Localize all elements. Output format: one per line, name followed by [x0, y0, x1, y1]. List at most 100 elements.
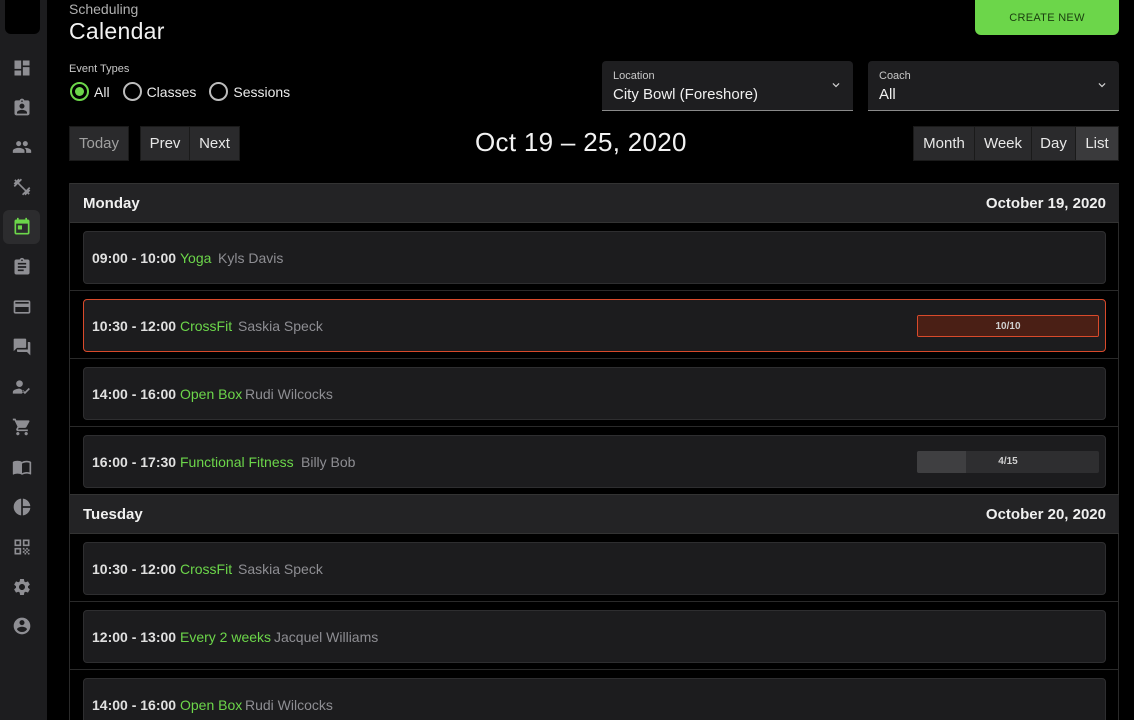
radio-circle[interactable] — [209, 82, 229, 101]
coach-select-label: Coach — [879, 70, 911, 82]
location-select-label: Location — [613, 70, 655, 82]
view-month-button[interactable]: Month — [913, 126, 975, 161]
event-name: Every 2 weeks — [180, 629, 272, 645]
event-coach: Rudi Wilcocks — [245, 697, 333, 713]
event-name: Functional Fitness — [180, 454, 294, 470]
account-icon — [13, 617, 30, 635]
event-card[interactable]: 14:00 - 16:00 Open Box Rudi Wilcocks — [83, 678, 1106, 720]
day-date: October 20, 2020 — [985, 506, 1106, 523]
cart-icon — [12, 418, 30, 436]
location-select[interactable]: Location City Bowl (Foreshore) — [602, 61, 853, 111]
nav-reports[interactable] — [3, 490, 40, 524]
radio-circle[interactable] — [122, 82, 142, 101]
people-icon — [12, 141, 31, 153]
event-coach: Billy Bob — [301, 454, 356, 470]
prev-button[interactable]: Prev — [140, 126, 190, 161]
chat-icon — [13, 338, 30, 356]
event-card[interactable]: 10:30 - 12:00 CrossFit Saskia Speck — [83, 542, 1106, 595]
view-day-button[interactable]: Day — [1031, 126, 1076, 161]
day-name: Monday — [83, 195, 140, 212]
app-logo[interactable] — [5, 0, 40, 34]
event-card[interactable]: 14:00 - 16:00 Open Box Rudi Wilcocks — [83, 367, 1106, 420]
list-item: 16:00 - 17:30 Functional Fitness Billy B… — [70, 427, 1119, 495]
view-week-button[interactable]: Week — [974, 126, 1032, 161]
event-name: CrossFit — [180, 561, 233, 577]
event-card[interactable]: 16:00 - 17:30 Functional Fitness Billy B… — [83, 435, 1106, 488]
event-time: 14:00 - 16:00 — [92, 386, 177, 402]
nav-people[interactable] — [3, 130, 40, 164]
radio-label: Classes — [146, 83, 197, 100]
event-coach: Saskia Speck — [238, 318, 323, 334]
list-item: 10:30 - 12:00 CrossFit Saskia Speck 10/1… — [70, 291, 1119, 359]
nav-library[interactable] — [3, 450, 40, 484]
day-header: Monday October 19, 2020 — [70, 183, 1119, 223]
day-header: Tuesday October 20, 2020 — [70, 494, 1119, 534]
capacity-bar: 10/10 — [917, 315, 1099, 337]
create-new-button[interactable]: CREATE NEW — [975, 0, 1119, 35]
event-type-radio-group: All Classes Sessions — [70, 82, 303, 101]
date-range-title: Oct 19 – 25, 2020 — [475, 127, 687, 157]
event-time: 12:00 - 13:00 — [92, 629, 177, 645]
nav-memberships[interactable] — [3, 290, 40, 324]
calendar-list: Monday October 19, 2020 09:00 - 10:00 Yo… — [69, 183, 1119, 720]
event-coach: Rudi Wilcocks — [245, 386, 333, 402]
event-coach: Kyls Davis — [218, 250, 284, 266]
next-button[interactable]: Next — [189, 126, 240, 161]
clipboard-icon — [14, 257, 29, 275]
ticket-icon — [13, 300, 30, 314]
radio-classes[interactable]: Classes — [122, 82, 197, 101]
coach-select-value: All — [879, 86, 896, 103]
nav-attendance[interactable] — [3, 370, 40, 404]
day-name: Tuesday — [83, 506, 143, 523]
event-card[interactable]: 09:00 - 10:00 Yoga Kyls Davis — [83, 231, 1106, 284]
capacity-text: 4/15 — [998, 456, 1018, 467]
radio-all[interactable]: All — [70, 82, 110, 101]
radio-label: Sessions — [233, 83, 291, 100]
pie-chart-icon — [13, 498, 30, 516]
book-icon — [12, 460, 31, 475]
event-coach: Jacquel Williams — [274, 629, 379, 645]
list-item: 10:30 - 12:00 CrossFit Saskia Speck — [70, 534, 1119, 602]
event-time: 16:00 - 17:30 — [92, 454, 177, 470]
page-title: Calendar — [69, 18, 165, 44]
list-item: 09:00 - 10:00 Yoga Kyls Davis — [70, 223, 1119, 291]
user-check-icon — [12, 380, 30, 395]
qr-code-icon — [14, 539, 29, 555]
event-time: 09:00 - 10:00 — [92, 250, 177, 266]
fitness-icon — [13, 178, 30, 196]
radio-sessions[interactable]: Sessions — [209, 82, 290, 101]
sidebar — [0, 0, 47, 720]
event-time: 10:30 - 12:00 — [92, 561, 177, 577]
event-name: Open Box — [180, 697, 243, 713]
chevron-down-icon — [1095, 78, 1109, 92]
chevron-down-icon — [829, 78, 843, 92]
event-types-label: Event Types — [69, 63, 130, 75]
nav-calendar[interactable] — [3, 210, 40, 244]
radio-circle-selected[interactable] — [70, 82, 89, 101]
event-time: 14:00 - 16:00 — [92, 697, 177, 713]
today-button[interactable]: Today — [69, 126, 129, 161]
capacity-bar: 4/15 — [917, 451, 1099, 473]
nav-account[interactable] — [3, 609, 40, 643]
nav-workouts[interactable] — [3, 170, 40, 204]
event-time: 10:30 - 12:00 — [92, 318, 177, 334]
location-select-value: City Bowl (Foreshore) — [613, 86, 759, 103]
view-list-button[interactable]: List — [1075, 126, 1119, 161]
event-card[interactable]: 12:00 - 13:00 Every 2 weeks Jacquel Will… — [83, 610, 1106, 663]
coach-select[interactable]: Coach All — [868, 61, 1119, 111]
list-item: 14:00 - 16:00 Open Box Rudi Wilcocks — [70, 359, 1119, 427]
list-item: 12:00 - 13:00 Every 2 weeks Jacquel Will… — [70, 602, 1119, 670]
radio-label: All — [94, 83, 110, 100]
nav-dashboard[interactable] — [3, 51, 40, 85]
nav-contacts[interactable] — [3, 90, 40, 124]
event-name: CrossFit — [180, 318, 233, 334]
nav-assignments[interactable] — [3, 250, 40, 284]
nav-qr[interactable] — [3, 530, 40, 564]
nav-settings[interactable] — [3, 570, 40, 604]
list-item: 14:00 - 16:00 Open Box Rudi Wilcocks — [70, 670, 1119, 720]
dashboard-icon — [14, 60, 29, 76]
nav-shop[interactable] — [3, 410, 40, 444]
breadcrumb: Scheduling — [69, 1, 139, 17]
nav-messages[interactable] — [3, 330, 40, 364]
event-card[interactable]: 10:30 - 12:00 CrossFit Saskia Speck 10/1… — [83, 299, 1106, 352]
